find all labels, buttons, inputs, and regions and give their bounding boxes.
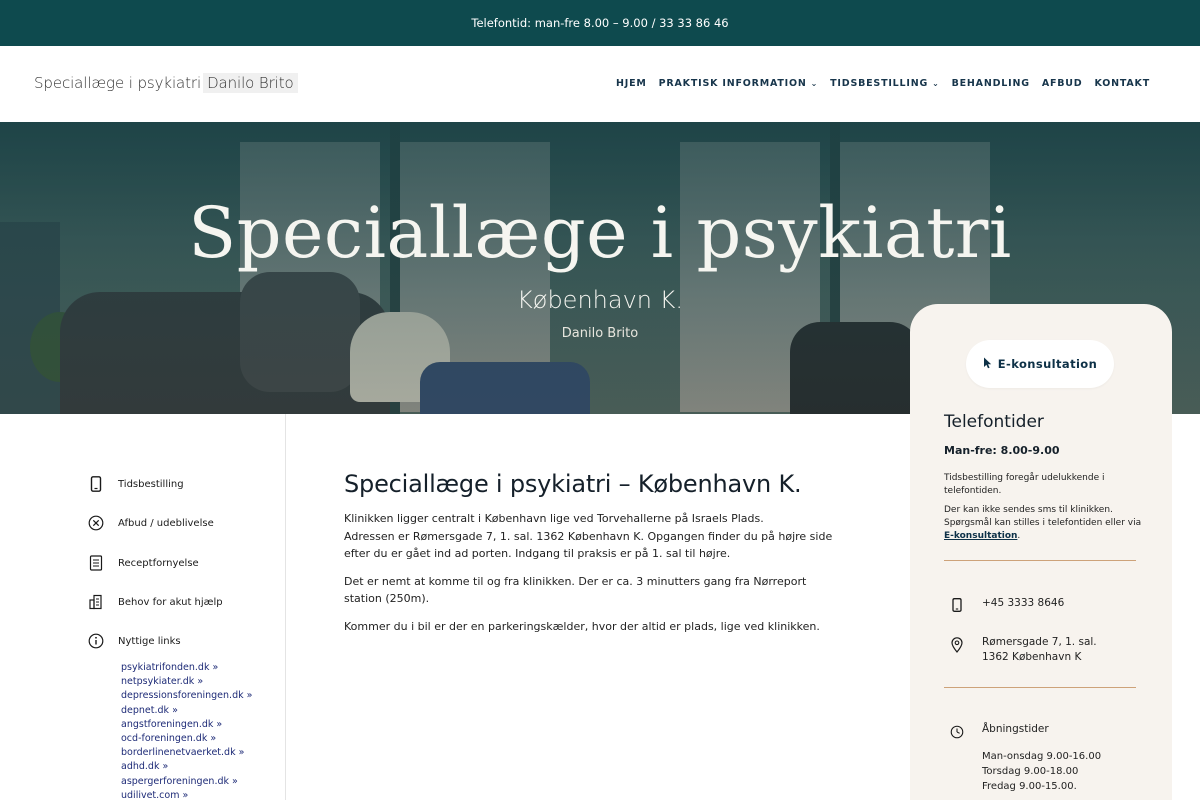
link-udilivet[interactable]: udilivet.com » <box>121 789 252 800</box>
sidebar-item-label: Receptfornyelse <box>118 557 199 569</box>
nav-label: HJEM <box>616 78 647 89</box>
sms-note-text: Der kan ikke sendes sms til klinikken. S… <box>944 505 1142 528</box>
chevron-down-icon: ⌄ <box>932 79 940 88</box>
sidebar-item-receptfornyelse[interactable]: Receptfornyelse <box>88 555 199 571</box>
contact-phone-number: +45 3333 8646 <box>982 597 1065 609</box>
clock-icon <box>950 722 964 739</box>
e-konsultation-link[interactable]: E-konsultation <box>944 531 1017 541</box>
e-konsultation-label: E-konsultation <box>997 357 1098 371</box>
cursor-icon <box>983 357 992 372</box>
e-konsultation-button[interactable]: E-konsultation <box>966 340 1114 388</box>
nav-label: BEHANDLING <box>951 78 1030 89</box>
nav-item-afbud[interactable]: AFBUD <box>1042 78 1083 89</box>
parking-paragraph: Kommer du i bil er der en parkeringskæld… <box>344 619 820 633</box>
sidebar-item-label: Tidsbestilling <box>118 478 184 490</box>
nav-label: AFBUD <box>1041 78 1083 89</box>
sidebar-item-label: Afbud / udeblivelse <box>118 517 214 529</box>
transit-paragraph: Det er nemt at komme til og fra klinikke… <box>344 574 807 606</box>
nav-item-behandling[interactable]: BEHANDLING <box>952 78 1030 89</box>
phone-icon <box>950 596 964 612</box>
opening-hours: Åbningstider Man-onsdag 9.00-16.00 Torsd… <box>982 722 1101 794</box>
phone-hours-title: Telefontider <box>944 412 1044 432</box>
location-pin-icon <box>950 635 964 653</box>
site-header: Speciallæge i psykiatri Danilo Brito HJEM… <box>0 46 1200 122</box>
hero-title: Speciallæge i psykiatri <box>188 192 1012 274</box>
link-depnet[interactable]: depnet.dk » <box>121 704 252 718</box>
booking-note: Tidsbestilling foregår udelukkende i tel… <box>944 473 1105 496</box>
opening-hours-list: Man-onsdag 9.00-16.00 Torsdag 9.00-18.00… <box>982 749 1101 794</box>
page-heading: Speciallæge i psykiatri – København K. <box>344 470 802 498</box>
contact-phone-row[interactable]: +45 3333 8646 <box>950 596 1064 612</box>
phone-hours-value: Man-fre: 8.00-9.00 <box>944 444 1060 457</box>
nav-label: TIDSBESTILLING <box>830 78 929 89</box>
main-nav: HJEM PRAKTISK INFORMATION ⌄ TIDSBESTILLIN… <box>616 78 1150 89</box>
phone-hours-text: Telefontid: man-fre 8.00 – 9.00 / 33 33 … <box>471 16 729 30</box>
sms-note-end: . <box>1017 531 1021 541</box>
sidebar-item-akut-hjaelp[interactable]: Behov for akut hjælp <box>88 594 223 610</box>
contact-card: E-konsultation Telefontider Man-fre: 8.0… <box>910 304 1172 800</box>
logo-main-text: Speciallæge i psykiatri <box>34 74 202 92</box>
phone-icon <box>88 476 104 492</box>
logo-name-text: Danilo Brito <box>203 73 298 93</box>
link-depressionsforeningen[interactable]: depressionsforeningen.dk » <box>121 689 252 703</box>
link-ocd-foreningen[interactable]: ocd-foreningen.dk » <box>121 732 252 746</box>
top-bar: Telefontid: man-fre 8.00 – 9.00 / 33 33 … <box>0 0 1200 46</box>
sidebar-item-afbud[interactable]: Afbud / udeblivelse <box>88 515 214 531</box>
opening-hours-title: Åbningstider <box>982 723 1049 735</box>
intro-line-1: Klinikken ligger centralt i København li… <box>344 512 764 525</box>
site-logo[interactable]: Speciallæge i psykiatri Danilo Brito <box>34 73 298 93</box>
nav-label: PRAKTISK INFORMATION <box>658 78 807 89</box>
chevron-down-icon: ⌄ <box>810 79 819 88</box>
building-icon <box>88 594 104 610</box>
sidebar: Tidsbestilling Afbud / udeblivelse Recep… <box>0 414 286 800</box>
nav-item-hjem[interactable]: HJEM <box>616 78 647 89</box>
intro-paragraph: Klinikken ligger centralt i København li… <box>344 510 844 563</box>
link-psykiatrifonden[interactable]: psykiatrifonden.dk » <box>121 661 252 675</box>
info-icon <box>88 633 104 649</box>
sidebar-item-tidsbestilling[interactable]: Tidsbestilling <box>88 476 184 492</box>
opening-hours-line: Torsdag 9.00-18.00 <box>982 766 1079 777</box>
address-line-2: 1362 København K <box>982 651 1082 663</box>
opening-hours-line: Fredag 9.00-15.00. <box>982 781 1077 792</box>
useful-links-list: psykiatrifonden.dk » netpsykiater.dk » d… <box>121 661 252 800</box>
nav-item-kontakt[interactable]: KONTAKT <box>1095 78 1151 89</box>
divider <box>944 560 1136 561</box>
contact-address: Rømersgade 7, 1. sal. 1362 København K <box>982 635 1097 665</box>
intro-line-2: Adressen er Rømersgade 7, 1. sal. 1362 K… <box>344 529 833 561</box>
sms-note: Der kan ikke sendes sms til klinikken. S… <box>944 504 1144 543</box>
sidebar-item-label: Nyttige links <box>118 635 181 647</box>
sidebar-item-nyttige-links: Nyttige links <box>88 633 181 649</box>
opening-hours-line: Man-onsdag 9.00-16.00 <box>982 751 1102 762</box>
address-line-1: Rømersgade 7, 1. sal. <box>982 636 1097 648</box>
cancel-circle-icon <box>88 515 104 531</box>
divider <box>944 687 1136 688</box>
main-content: Speciallæge i psykiatri – København K. K… <box>344 470 844 645</box>
nav-item-praktisk-information[interactable]: PRAKTISK INFORMATION ⌄ <box>659 78 819 89</box>
nav-label: KONTAKT <box>1094 78 1150 89</box>
link-borderlinenetvaerket[interactable]: borderlinenetvaerket.dk » <box>121 746 252 760</box>
link-angstforeningen[interactable]: angstforeningen.dk » <box>121 718 252 732</box>
opening-hours-row: Åbningstider Man-onsdag 9.00-16.00 Torsd… <box>950 722 1101 794</box>
link-adhd[interactable]: adhd.dk » <box>121 760 252 774</box>
contact-address-row: Rømersgade 7, 1. sal. 1362 København K <box>950 635 1097 665</box>
link-netpsykiater[interactable]: netpsykiater.dk » <box>121 675 252 689</box>
sidebar-item-label: Behov for akut hjælp <box>118 596 223 608</box>
nav-item-tidsbestilling[interactable]: TIDSBESTILLING ⌄ <box>830 78 939 89</box>
link-aspergerforeningen[interactable]: aspergerforeningen.dk » <box>121 775 252 789</box>
document-icon <box>88 555 104 571</box>
